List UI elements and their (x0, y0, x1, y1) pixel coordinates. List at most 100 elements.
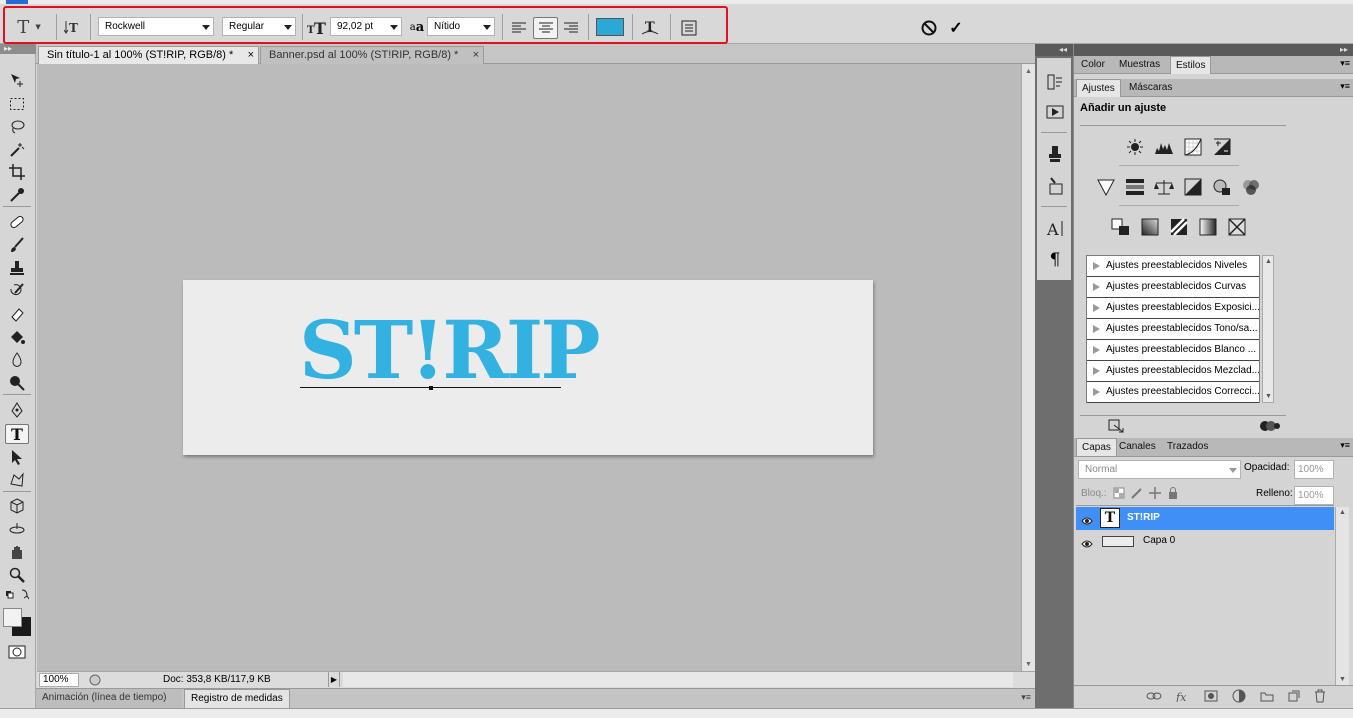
cancel-edits-button[interactable] (918, 17, 940, 39)
document-canvas[interactable]: ST!RIP (183, 280, 873, 455)
blend-mode-select[interactable]: Normal (1078, 460, 1241, 479)
layers-scrollbar[interactable]: ▲ ▼ (1335, 507, 1349, 685)
lock-all-icon[interactable] (1167, 487, 1179, 499)
zoom-tool[interactable] (5, 565, 29, 585)
paint-bucket-tool[interactable] (5, 327, 29, 347)
expand-dock-icon[interactable]: ◂◂ (1035, 44, 1073, 56)
trash-icon[interactable] (1314, 689, 1326, 703)
fill-field[interactable]: 100% (1294, 486, 1334, 505)
fx-icon[interactable]: fx (1176, 690, 1190, 702)
photo-filter-button[interactable] (1211, 176, 1233, 198)
list-item[interactable]: Ajustes preestablecidos Curvas (1087, 277, 1259, 298)
new-layer-icon[interactable] (1288, 690, 1300, 702)
expand-panels-icon[interactable]: ▸▸ (1074, 44, 1353, 56)
adjustment-layer-icon[interactable] (1232, 689, 1246, 703)
vertical-scrollbar[interactable]: ▲ ▼ (1021, 64, 1035, 672)
canvas-text-layer[interactable]: ST!RIP (299, 310, 600, 390)
brightness-contrast-button[interactable] (1124, 136, 1146, 158)
tab-paths[interactable]: Trazados (1162, 438, 1213, 456)
quick-mask-button[interactable] (5, 642, 29, 662)
color-balance-button[interactable] (1153, 176, 1175, 198)
foreground-color-swatch[interactable] (3, 608, 22, 627)
character-panel-dock-button[interactable]: A (1045, 218, 1065, 238)
selective-color-button[interactable] (1226, 216, 1248, 238)
list-item[interactable]: Ajustes preestablecidos Niveles (1087, 256, 1259, 277)
path-selection-tool[interactable] (5, 447, 29, 467)
paragraph-panel-button[interactable]: ¶ (1045, 250, 1065, 270)
scroll-up-icon[interactable]: ▲ (1025, 68, 1032, 75)
list-item[interactable]: Ajustes preestablecidos Correcci... (1087, 382, 1259, 403)
invert-button[interactable] (1110, 216, 1132, 238)
tab-channels[interactable]: Canales (1114, 438, 1161, 456)
history-panel-button[interactable] (1045, 72, 1065, 92)
lasso-tool[interactable] (5, 117, 29, 137)
exposure-button[interactable] (1211, 136, 1233, 158)
3d-rotate-tool[interactable] (5, 496, 29, 516)
3d-orbit-tool[interactable] (5, 519, 29, 539)
magic-wand-tool[interactable] (5, 140, 29, 160)
tab-document-1[interactable]: Sin título-1 al 100% (ST!RIP, RGB/8) * × (38, 46, 259, 64)
curves-button[interactable] (1182, 136, 1204, 158)
history-brush-tool[interactable] (5, 281, 29, 301)
channel-mixer-button[interactable] (1240, 176, 1262, 198)
list-item[interactable]: Ajustes preestablecidos Mezclad... (1087, 361, 1259, 382)
levels-button[interactable] (1153, 136, 1175, 158)
zoom-field[interactable]: 100% (39, 673, 79, 687)
hand-tool[interactable] (5, 542, 29, 562)
hue-saturation-button[interactable] (1124, 176, 1146, 198)
tab-measurement-log[interactable]: Registro de medidas (184, 689, 290, 708)
close-icon[interactable]: × (473, 47, 479, 64)
tab-styles[interactable]: Estilos (1170, 56, 1212, 74)
add-mask-icon[interactable] (1204, 690, 1218, 702)
lock-transparency-icon[interactable] (1113, 487, 1125, 499)
panel-menu-icon[interactable]: ▾≡ (1340, 440, 1350, 451)
blur-tool[interactable] (5, 350, 29, 370)
scroll-down-icon[interactable]: ▼ (1339, 676, 1346, 683)
gradient-map-button[interactable] (1197, 216, 1219, 238)
horizontal-scrollbar[interactable] (343, 672, 1013, 687)
scroll-down-icon[interactable]: ▼ (1265, 393, 1272, 400)
dodge-tool[interactable] (5, 373, 29, 393)
list-item[interactable]: Ajustes preestablecidos Exposici... (1087, 298, 1259, 319)
type-tool[interactable]: T (5, 424, 29, 444)
close-icon[interactable]: × (248, 47, 254, 64)
panel-menu-icon[interactable]: ▾≡ (1340, 58, 1350, 69)
reset-colors-button[interactable] (5, 587, 29, 601)
eyedropper-tool[interactable] (5, 185, 29, 205)
collapse-tools-icon[interactable]: ▸▸ (0, 44, 36, 54)
presets-scrollbar[interactable]: ▲ ▼ (1262, 255, 1274, 403)
layer-row[interactable]: Capa 0 (1076, 530, 1334, 553)
clone-stamp-tool[interactable] (5, 258, 29, 278)
opacity-field[interactable]: 100% (1294, 460, 1334, 479)
commit-edits-button[interactable]: ✓ (945, 17, 967, 39)
brush-tool[interactable] (5, 235, 29, 255)
shape-tool[interactable] (5, 470, 29, 490)
crop-tool[interactable] (5, 162, 29, 182)
return-to-list-button[interactable] (1106, 418, 1126, 434)
panel-menu-icon[interactable]: ▾≡ (1021, 692, 1031, 703)
new-group-icon[interactable] (1260, 690, 1274, 702)
tab-color[interactable]: Color (1076, 56, 1110, 74)
clone-source-button[interactable] (1045, 144, 1065, 164)
black-white-button[interactable] (1182, 176, 1204, 198)
list-item[interactable]: Ajustes preestablecidos Blanco ... (1087, 340, 1259, 361)
panel-menu-icon[interactable]: ▾≡ (1340, 81, 1350, 92)
actions-panel-button[interactable] (1045, 102, 1065, 122)
eraser-tool[interactable] (5, 304, 29, 324)
scroll-down-icon[interactable]: ▼ (1025, 661, 1032, 668)
layer-row[interactable]: T ST!RIP (1076, 507, 1334, 530)
move-tool[interactable] (5, 70, 29, 90)
list-item[interactable]: Ajustes preestablecidos Tono/sa... (1087, 319, 1259, 340)
pen-tool[interactable] (5, 400, 29, 420)
healing-brush-tool[interactable] (5, 212, 29, 232)
tab-animation[interactable]: Animación (línea de tiempo) (36, 689, 182, 708)
brush-presets-button[interactable] (1045, 176, 1065, 196)
tab-layers[interactable]: Capas (1076, 438, 1117, 456)
lock-pixels-icon[interactable] (1131, 487, 1143, 499)
scroll-up-icon[interactable]: ▲ (1339, 509, 1346, 516)
clip-to-layer-button[interactable] (1258, 418, 1282, 434)
tab-adjustments[interactable]: Ajustes (1076, 79, 1121, 97)
tab-document-2[interactable]: Banner.psd al 100% (ST!RIP, RGB/8) * × (260, 46, 484, 64)
vibrance-button[interactable] (1095, 176, 1117, 198)
lock-position-icon[interactable] (1149, 487, 1161, 499)
